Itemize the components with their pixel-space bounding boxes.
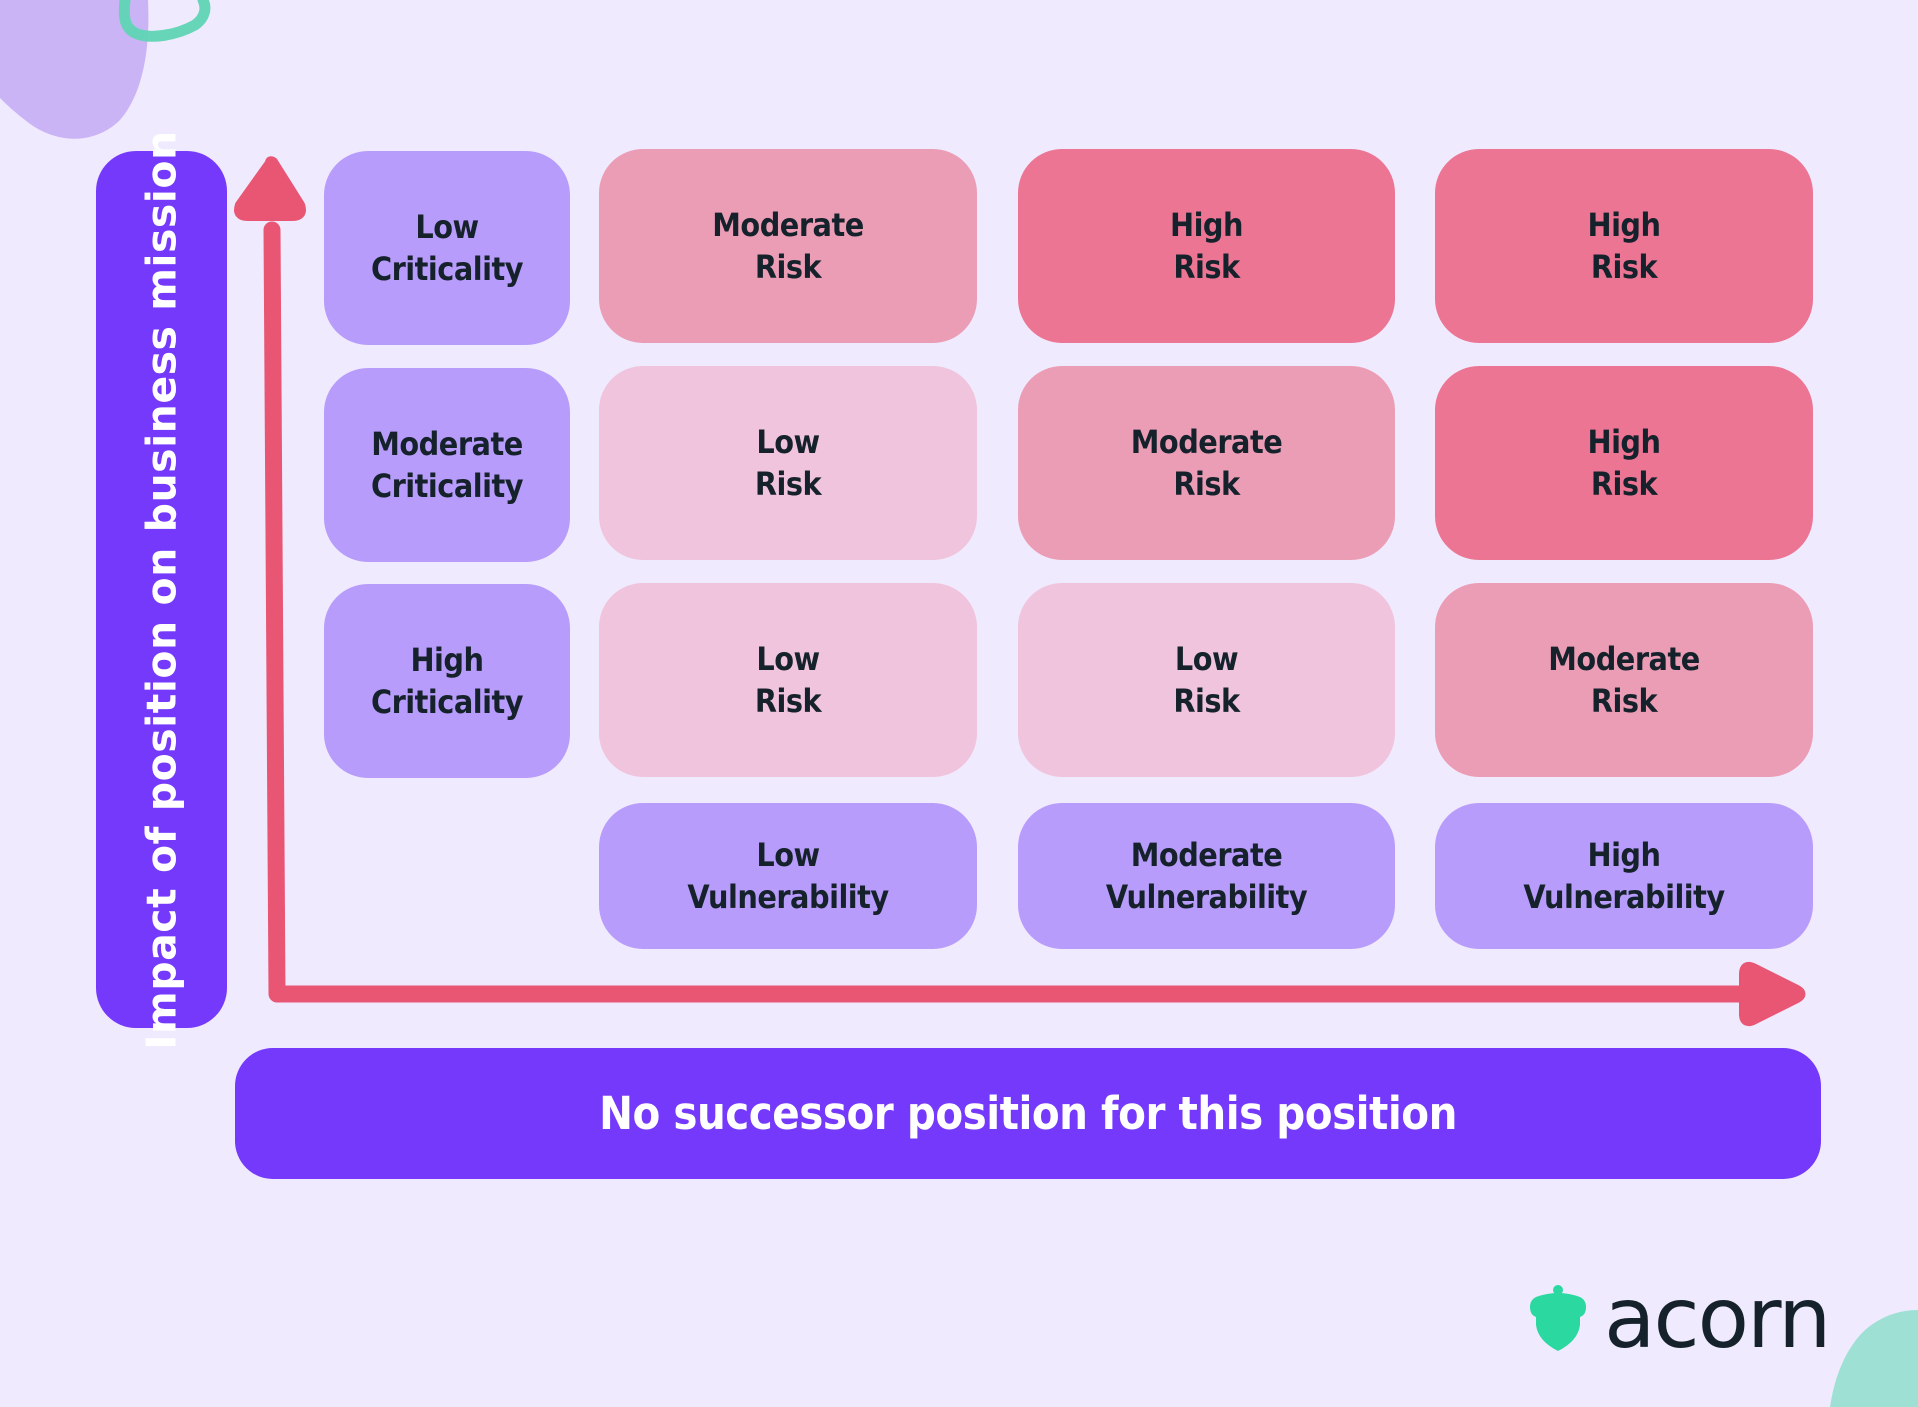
- vulnerability-high: High Vulnerability: [1435, 803, 1813, 949]
- criticality-high: High Criticality: [324, 584, 570, 778]
- x-axis-label-bar: No successor position for this position: [235, 1048, 1821, 1179]
- risk-cell: Moderate Risk: [599, 149, 977, 343]
- brand-name: acorn: [1604, 1269, 1831, 1367]
- acorn-icon: [1530, 1285, 1586, 1351]
- risk-cell: Moderate Risk: [1435, 583, 1813, 777]
- risk-cell: Low Risk: [599, 366, 977, 560]
- brand-logo: acorn: [1528, 1269, 1831, 1367]
- criticality-low: Low Criticality: [324, 151, 570, 345]
- x-axis-label: No successor position for this position: [599, 1087, 1457, 1140]
- vulnerability-low: Low Vulnerability: [599, 803, 977, 949]
- vulnerability-moderate: Moderate Vulnerability: [1018, 803, 1395, 949]
- risk-cell: Low Risk: [599, 583, 977, 777]
- risk-cell: High Risk: [1018, 149, 1395, 343]
- x-axis-arrow: [1739, 961, 1806, 1027]
- risk-cell: Low Risk: [1018, 583, 1395, 777]
- risk-cell: High Risk: [1435, 366, 1813, 560]
- risk-cell: High Risk: [1435, 149, 1813, 343]
- risk-cell: Moderate Risk: [1018, 366, 1395, 560]
- criticality-moderate: Moderate Criticality: [324, 368, 570, 562]
